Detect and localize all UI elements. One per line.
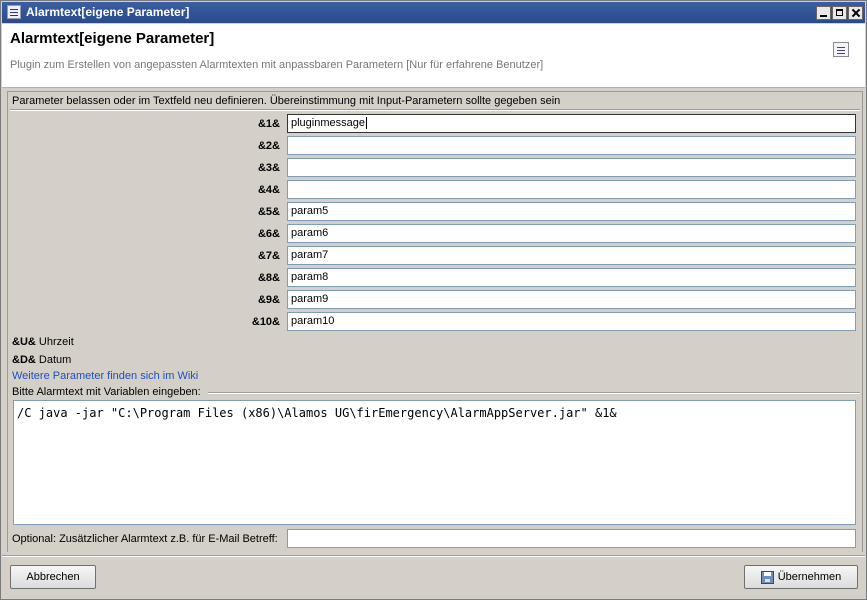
param-field-1[interactable]: pluginmessage bbox=[287, 114, 856, 133]
param-field-2[interactable] bbox=[287, 136, 856, 155]
param-field-7[interactable]: param7 bbox=[287, 246, 856, 265]
info-document-icon bbox=[833, 42, 849, 57]
app-icon bbox=[7, 5, 21, 19]
param-field-5[interactable]: param5 bbox=[287, 202, 856, 221]
param-field-6[interactable]: param6 bbox=[287, 224, 856, 243]
cancel-label: Abbrechen bbox=[26, 571, 80, 583]
save-icon bbox=[760, 570, 774, 584]
param-label-4: &4& bbox=[257, 184, 280, 196]
cancel-button[interactable]: Abbrechen bbox=[10, 565, 96, 589]
maximize-button[interactable] bbox=[832, 6, 847, 20]
minimize-button[interactable] bbox=[816, 6, 831, 20]
parameter-panel: Parameter belassen oder im Textfeld neu … bbox=[7, 91, 863, 552]
wiki-link[interactable]: Weitere Parameter finden sich im Wiki bbox=[12, 370, 198, 382]
alarmtext-textarea[interactable]: /C java -jar "C:\Program Files (x86)\Ala… bbox=[13, 400, 856, 525]
param-field-8[interactable]: param8 bbox=[287, 268, 856, 287]
optional-label: Optional: Zusätzlicher Alarmtext z.B. fü… bbox=[12, 533, 278, 545]
page-title: Alarmtext[eigene Parameter] bbox=[10, 30, 215, 47]
divider bbox=[10, 109, 860, 111]
dialog-window: Alarmtext[eigene Parameter] Alarmtext[ei… bbox=[0, 0, 867, 600]
param-label-8: &8& bbox=[257, 272, 280, 284]
param-label-2: &2& bbox=[257, 140, 280, 152]
dialog-header: Alarmtext[eigene Parameter] Plugin zum E… bbox=[2, 24, 865, 88]
alarmtext-label: Bitte Alarmtext mit Variablen eingeben: bbox=[12, 386, 201, 398]
page-subtitle: Plugin zum Erstellen von angepassten Ala… bbox=[10, 59, 544, 71]
apply-button[interactable]: Übernehmen bbox=[744, 565, 858, 589]
window-title: Alarmtext[eigene Parameter] bbox=[26, 5, 190, 19]
param-label-9: &9& bbox=[257, 294, 280, 306]
param-label-7: &7& bbox=[257, 250, 280, 262]
variable-key: &D& bbox=[12, 354, 36, 366]
title-bar[interactable]: Alarmtext[eigene Parameter] bbox=[2, 2, 865, 23]
divider bbox=[2, 555, 865, 557]
apply-label: Übernehmen bbox=[777, 571, 842, 583]
param-label-10: &10& bbox=[251, 316, 280, 328]
param-field-4[interactable] bbox=[287, 180, 856, 199]
optional-subject-field[interactable] bbox=[287, 529, 856, 548]
param-label-3: &3& bbox=[257, 162, 280, 174]
close-button[interactable] bbox=[848, 6, 863, 20]
param-field-9[interactable]: param9 bbox=[287, 290, 856, 309]
variable-time: &U& Uhrzeit bbox=[12, 336, 74, 348]
variable-desc: Datum bbox=[38, 354, 72, 366]
variable-date: &D& Datum bbox=[12, 354, 71, 366]
param-label-5: &5& bbox=[257, 206, 280, 218]
param-field-10[interactable]: param10 bbox=[287, 312, 856, 331]
param-label-1: &1& bbox=[257, 118, 280, 130]
param-field-3[interactable] bbox=[287, 158, 856, 177]
variable-key: &U& bbox=[12, 336, 36, 348]
param-label-6: &6& bbox=[257, 228, 280, 240]
divider bbox=[208, 392, 860, 394]
intro-text: Parameter belassen oder im Textfeld neu … bbox=[12, 95, 561, 107]
variable-desc: Uhrzeit bbox=[38, 336, 74, 348]
